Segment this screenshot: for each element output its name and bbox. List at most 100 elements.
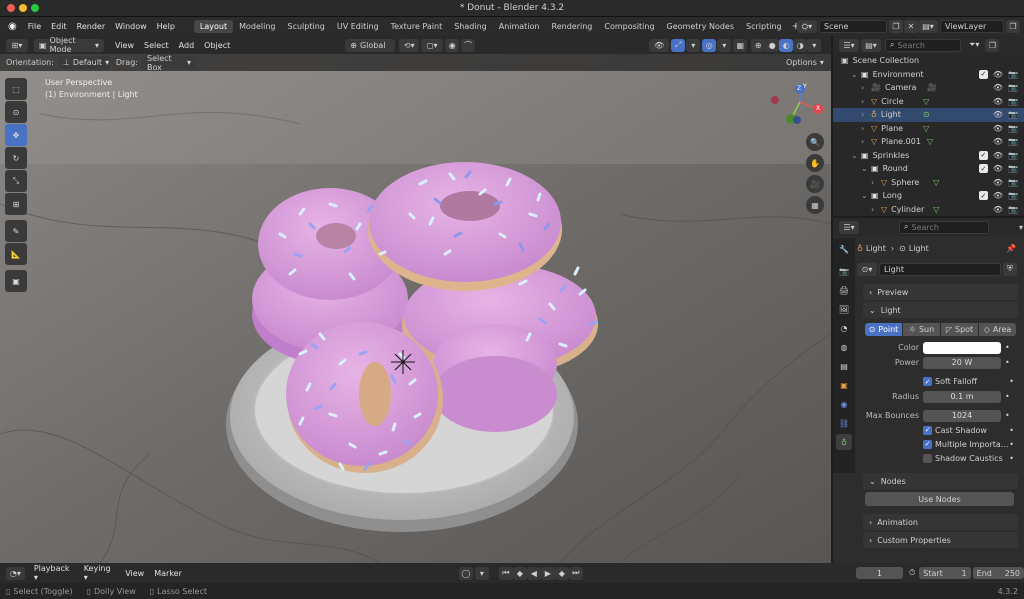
new-scene-icon[interactable]: ❐ — [889, 20, 903, 33]
tab-uv-editing[interactable]: UV Editing — [331, 20, 385, 33]
outliner-item[interactable]: › ▽ Plane ▽ 👁 📷 — [833, 122, 1024, 136]
power-field[interactable]: 20 W — [923, 356, 1001, 369]
outliner-item[interactable]: ⌄ ▣ Environment ✓ 👁 📷 — [833, 68, 1024, 82]
rotate-tool-icon[interactable]: ↻ — [5, 147, 27, 169]
outliner-item[interactable]: › ▽ Cylinder ▽ 👁 📷 — [833, 203, 1024, 217]
ortho-toggle-icon[interactable]: ▦ — [806, 196, 824, 214]
auto-keying-icon[interactable]: ◯ — [458, 566, 473, 580]
timeline-menu-keying[interactable]: Keying ▾ — [79, 564, 121, 582]
multiple-importance-row[interactable]: ✓ Multiple Importa... • — [857, 437, 1024, 451]
outliner-item[interactable]: › ▽ Circle ▽ 👁 📷 — [833, 95, 1024, 109]
mesh-data-icon[interactable]: ▽ — [923, 124, 929, 133]
chevron-right-icon[interactable]: › — [861, 124, 869, 133]
color-swatch[interactable] — [923, 341, 1001, 354]
eye-icon[interactable]: 👁 — [993, 124, 1003, 133]
fake-user-shield-icon[interactable]: ⛨ — [1003, 262, 1017, 276]
proportional-edit-icon[interactable]: ◉ — [445, 38, 460, 52]
render-camera-icon[interactable]: 📷 — [1008, 137, 1018, 146]
constraints-tab-icon[interactable]: ⛓ — [836, 415, 852, 431]
move-tool-icon[interactable]: ✥ — [5, 124, 27, 146]
new-view-layer-icon[interactable]: ❐ — [1006, 20, 1020, 33]
camera-data-icon[interactable]: 🎥 — [927, 83, 937, 92]
light-type-area[interactable]: ◇ Area — [979, 322, 1016, 336]
gizmo-menu-icon[interactable]: ▾ — [686, 38, 701, 52]
shadow-caustics-row[interactable]: Shadow Caustics • — [857, 451, 1024, 465]
properties-search-input[interactable]: ⌕ Search — [899, 220, 989, 234]
outliner-item[interactable]: ⌄ ▣ Round ✓ 👁 📷 — [833, 162, 1024, 176]
chevron-down-icon[interactable]: ⌄ — [861, 191, 869, 200]
vp-menu-add[interactable]: Add — [174, 41, 200, 50]
mesh-data-icon[interactable]: ▽ — [927, 137, 933, 146]
datablock-name-field[interactable]: Light — [879, 262, 1001, 276]
editor-type-icon[interactable]: ⊞▾ — [6, 38, 28, 52]
xray-icon[interactable]: ▦ — [733, 38, 748, 52]
render-camera-icon[interactable]: 📷 — [1008, 124, 1018, 133]
tab-texture-paint[interactable]: Texture Paint — [385, 20, 449, 33]
outliner-item[interactable]: › ▽ Sphere ▽ 👁 📷 — [833, 176, 1024, 190]
vp-menu-select[interactable]: Select — [139, 41, 174, 50]
soft-falloff-checkbox[interactable]: ✓ — [923, 377, 932, 386]
keyframe-dot-icon[interactable]: • — [1005, 358, 1010, 367]
eye-icon[interactable]: 👁 — [993, 137, 1003, 146]
cast-shadow-row[interactable]: ✓ Cast Shadow • — [857, 423, 1024, 437]
options-dropdown[interactable]: Options ▾ — [781, 56, 827, 69]
mesh-data-icon[interactable]: ▽ — [933, 178, 939, 187]
tab-compositing[interactable]: Compositing — [598, 20, 660, 33]
exclude-checkbox[interactable]: ✓ — [978, 164, 988, 174]
start-frame-field[interactable]: Start 1 — [919, 567, 971, 579]
keying-set-icon[interactable]: ▾ — [474, 566, 489, 580]
pin-icon[interactable]: 📌 — [1006, 244, 1016, 253]
mesh-data-icon[interactable]: ▽ — [923, 97, 929, 106]
next-keyframe-icon[interactable]: ◆ — [554, 566, 569, 580]
options-chevron-icon[interactable]: ▾ — [1019, 223, 1023, 232]
chevron-down-icon[interactable]: ⌄ — [861, 164, 869, 173]
gizmo-toggle-icon[interactable]: ⤢ — [671, 38, 686, 52]
add-cube-tool-icon[interactable]: ▣ — [5, 270, 27, 292]
outliner-item[interactable]: ⌄ ▣ Long ✓ 👁 📷 — [833, 189, 1024, 203]
eye-icon[interactable]: 👁 — [993, 70, 1003, 79]
tab-layout[interactable]: Layout — [193, 20, 234, 33]
shading-menu-icon[interactable]: ▾ — [807, 38, 822, 52]
render-camera-icon[interactable]: 📷 — [1008, 97, 1018, 106]
filter-icon[interactable]: ⏷▾ — [969, 40, 979, 50]
menu-render[interactable]: Render — [72, 22, 110, 31]
prev-keyframe-icon[interactable]: ◆ — [512, 566, 527, 580]
timeline-menu-view[interactable]: View — [120, 569, 149, 578]
select-box-tool-icon[interactable]: ⬚ — [5, 78, 27, 100]
falloff-icon[interactable]: ⌒ — [461, 38, 476, 52]
chevron-right-icon[interactable]: › — [871, 205, 879, 214]
render-camera-icon[interactable]: 📷 — [1008, 205, 1018, 214]
overlay-toggle-icon[interactable]: ◎ — [702, 38, 717, 52]
blender-logo-icon[interactable]: ◉ — [8, 21, 17, 32]
eye-icon[interactable]: 👁 — [993, 110, 1003, 119]
light-data-icon[interactable]: ⊙ — [923, 110, 930, 119]
camera-view-icon[interactable]: 🎥 — [806, 175, 824, 193]
mode-dropdown[interactable]: ▣ Object Mode ▾ — [34, 36, 104, 54]
exclude-checkbox[interactable]: ✓ — [978, 191, 988, 201]
play-icon[interactable]: ▶ — [540, 566, 555, 580]
tab-animation[interactable]: Animation — [493, 20, 546, 33]
chevron-right-icon[interactable]: › — [861, 137, 869, 146]
eye-icon[interactable]: 👁 — [993, 178, 1003, 187]
delete-scene-icon[interactable]: ✕ — [904, 20, 918, 33]
tool-tab-icon[interactable]: 🔧 — [836, 241, 852, 257]
eye-icon[interactable]: 👁 — [993, 151, 1003, 160]
render-camera-icon[interactable]: 📷 — [1008, 191, 1018, 200]
eye-icon[interactable]: 👁 — [993, 205, 1003, 214]
cast-shadow-checkbox[interactable]: ✓ — [923, 425, 932, 435]
visibility-icon[interactable]: 👁 — [649, 38, 670, 52]
keyframe-dot-icon[interactable]: • — [1005, 343, 1010, 352]
current-frame-field[interactable]: 1 — [855, 567, 904, 579]
tab-modeling[interactable]: Modeling — [233, 20, 281, 33]
chevron-right-icon[interactable]: › — [861, 83, 869, 92]
pivot-icon[interactable]: ⟲▾ — [399, 38, 420, 52]
keyframe-dot-icon[interactable]: • — [1009, 440, 1014, 449]
display-mode-icon[interactable]: ▤▾ — [861, 38, 881, 52]
world-tab-icon[interactable]: ◍ — [836, 339, 852, 355]
new-collection-icon[interactable]: ❐ — [985, 38, 1000, 52]
pan-hand-icon[interactable]: ✋ — [806, 154, 824, 172]
light-type-point[interactable]: ⊙ Point — [865, 322, 902, 336]
view-layer-icon[interactable]: ▤▾ — [918, 20, 938, 33]
render-tab-icon[interactable]: 📷 — [836, 263, 852, 279]
navigation-gizmo[interactable]: Z X Y — [770, 80, 828, 130]
